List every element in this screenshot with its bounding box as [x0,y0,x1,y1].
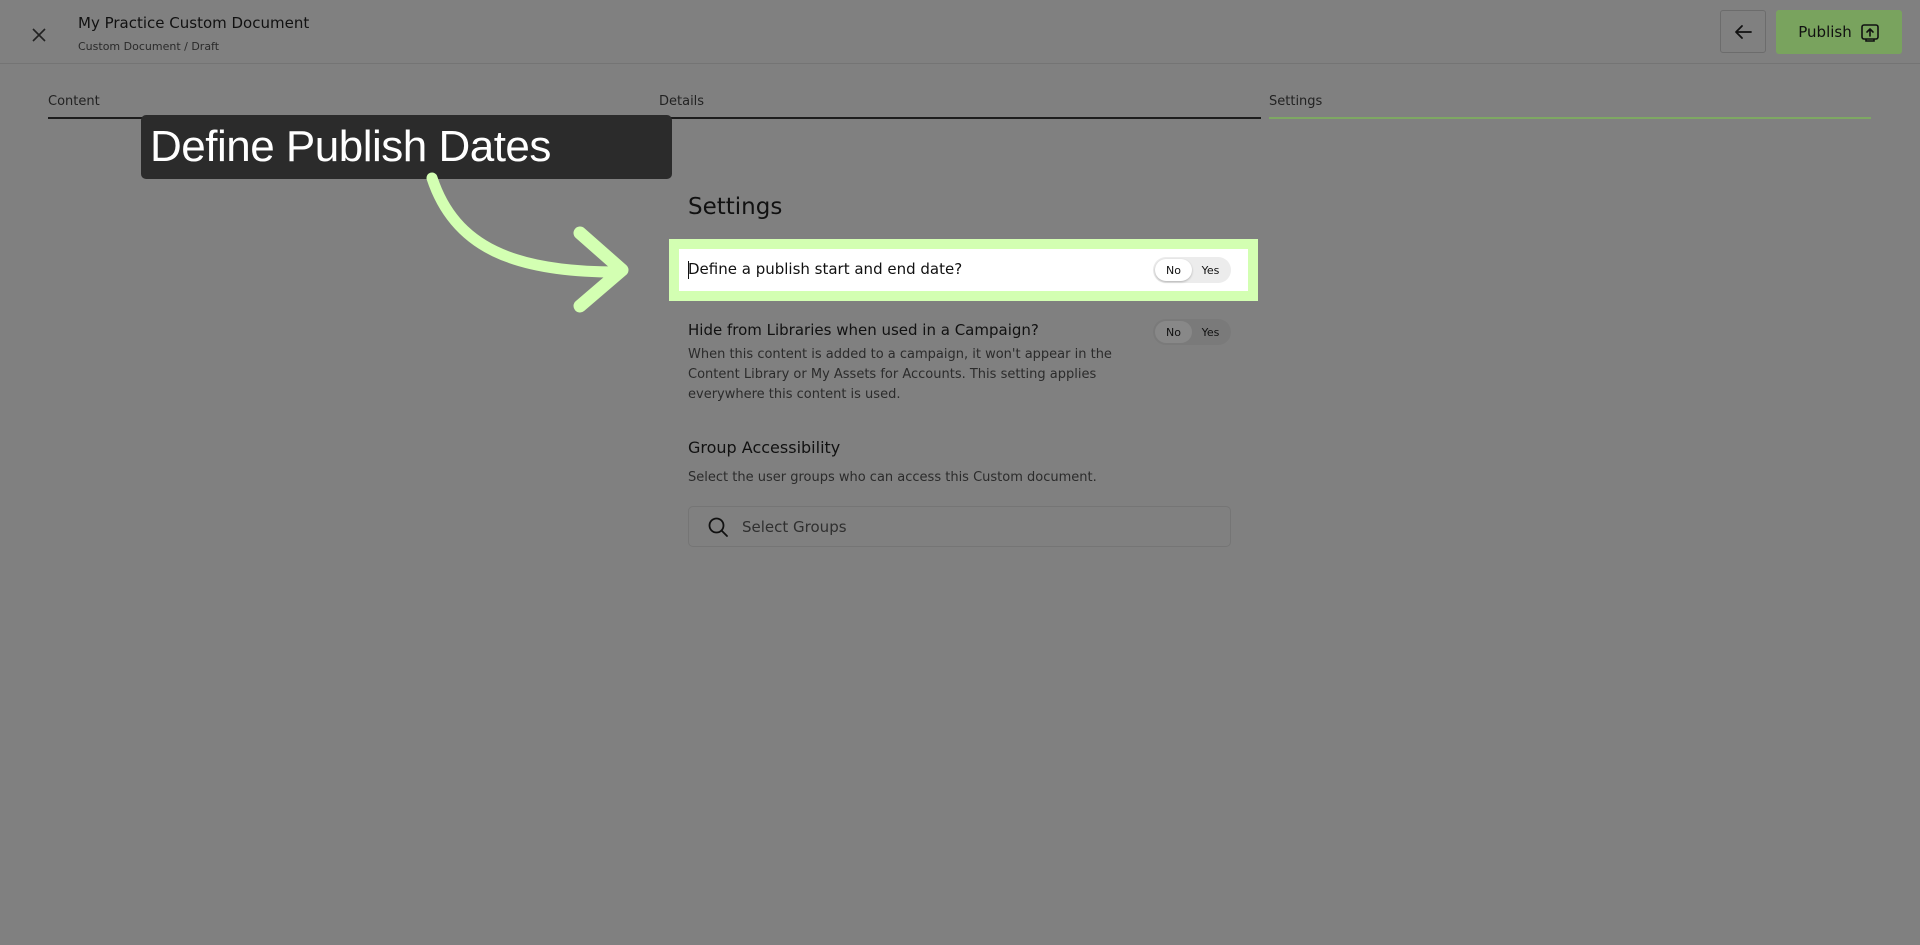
close-button[interactable] [24,20,54,50]
tutorial-callout: Define Publish Dates [141,115,672,179]
close-icon [32,28,46,42]
tab-active-line [1269,117,1871,119]
tab-content[interactable]: Content [48,94,100,109]
arrow-left-icon [1735,24,1752,39]
top-bar: My Practice Custom Document Custom Docum… [0,0,1920,64]
hide-libraries-description: When this content is added to a campaign… [688,347,1112,402]
tab-details[interactable]: Details [659,94,704,109]
publish-upload-icon [1860,24,1879,42]
publish-dates-no-option[interactable]: No [1155,259,1192,281]
search-icon [708,517,728,537]
settings-title: Settings [688,194,783,220]
select-groups-input[interactable] [740,516,1214,537]
hide-libraries-no-option[interactable]: No [1155,321,1192,343]
publish-dates-toggle[interactable]: No Yes [1153,257,1231,283]
hide-libraries-label: Hide from Libraries when used in a Campa… [688,321,1039,339]
publish-dates-yes-option[interactable]: Yes [1192,259,1229,281]
group-accessibility-description: Select the user groups who can access th… [688,470,1097,485]
hide-libraries-toggle[interactable]: No Yes [1153,319,1231,345]
group-accessibility-title: Group Accessibility [688,438,841,457]
select-groups-field[interactable] [688,506,1231,547]
publish-label: Publish [1798,23,1852,41]
hide-libraries-yes-option[interactable]: Yes [1192,321,1229,343]
publish-button[interactable]: Publish [1776,10,1902,54]
tab-settings[interactable]: Settings [1269,94,1322,109]
back-button[interactable] [1720,10,1766,53]
publish-dates-label: Define a publish start and end date? [688,260,963,278]
document-title: My Practice Custom Document [78,14,310,32]
breadcrumb[interactable]: Custom Document / Draft [78,40,219,53]
